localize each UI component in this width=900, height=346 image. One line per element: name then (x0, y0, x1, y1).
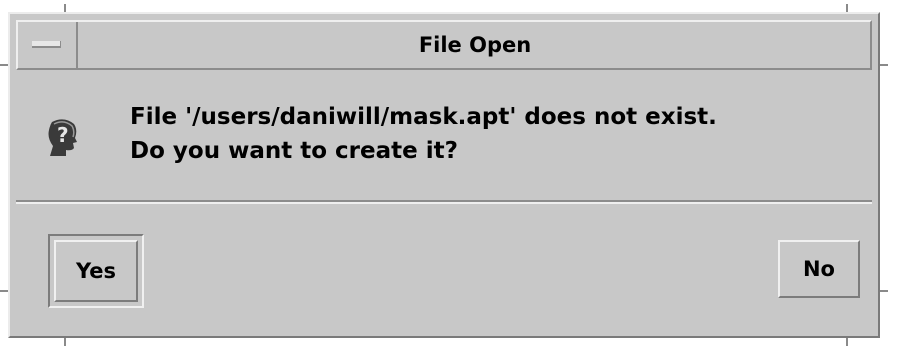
question-head-icon: ? (48, 119, 77, 156)
message-line-1: File '/users/daniwill/mask.apt' does not… (130, 104, 717, 130)
separator (16, 200, 872, 204)
message-line-2: Do you want to create it? (130, 138, 458, 164)
resize-handle-tick[interactable] (64, 338, 66, 346)
window-menu-button[interactable] (18, 22, 78, 68)
resize-handle-tick[interactable] (880, 64, 888, 66)
resize-handle-tick[interactable] (880, 290, 888, 292)
no-button[interactable]: No (778, 240, 860, 298)
resize-handle-tick[interactable] (64, 4, 66, 12)
resize-handle-tick[interactable] (846, 4, 848, 12)
resize-handle-tick[interactable] (0, 64, 8, 66)
message-area: ? File '/users/daniwill/mask.apt' does n… (16, 72, 872, 198)
resize-handle-tick[interactable] (0, 290, 8, 292)
dialog-message: File '/users/daniwill/mask.apt' does not… (130, 100, 717, 168)
yes-button[interactable]: Yes (54, 240, 138, 302)
svg-text:?: ? (57, 123, 69, 147)
title-bar[interactable]: File Open (16, 20, 872, 70)
window-title: File Open (418, 33, 532, 57)
resize-handle-tick[interactable] (846, 338, 848, 346)
dialog-window: File Open ? File '/users/daniwill/mask.a… (8, 12, 880, 338)
window-menu-icon (32, 41, 61, 48)
